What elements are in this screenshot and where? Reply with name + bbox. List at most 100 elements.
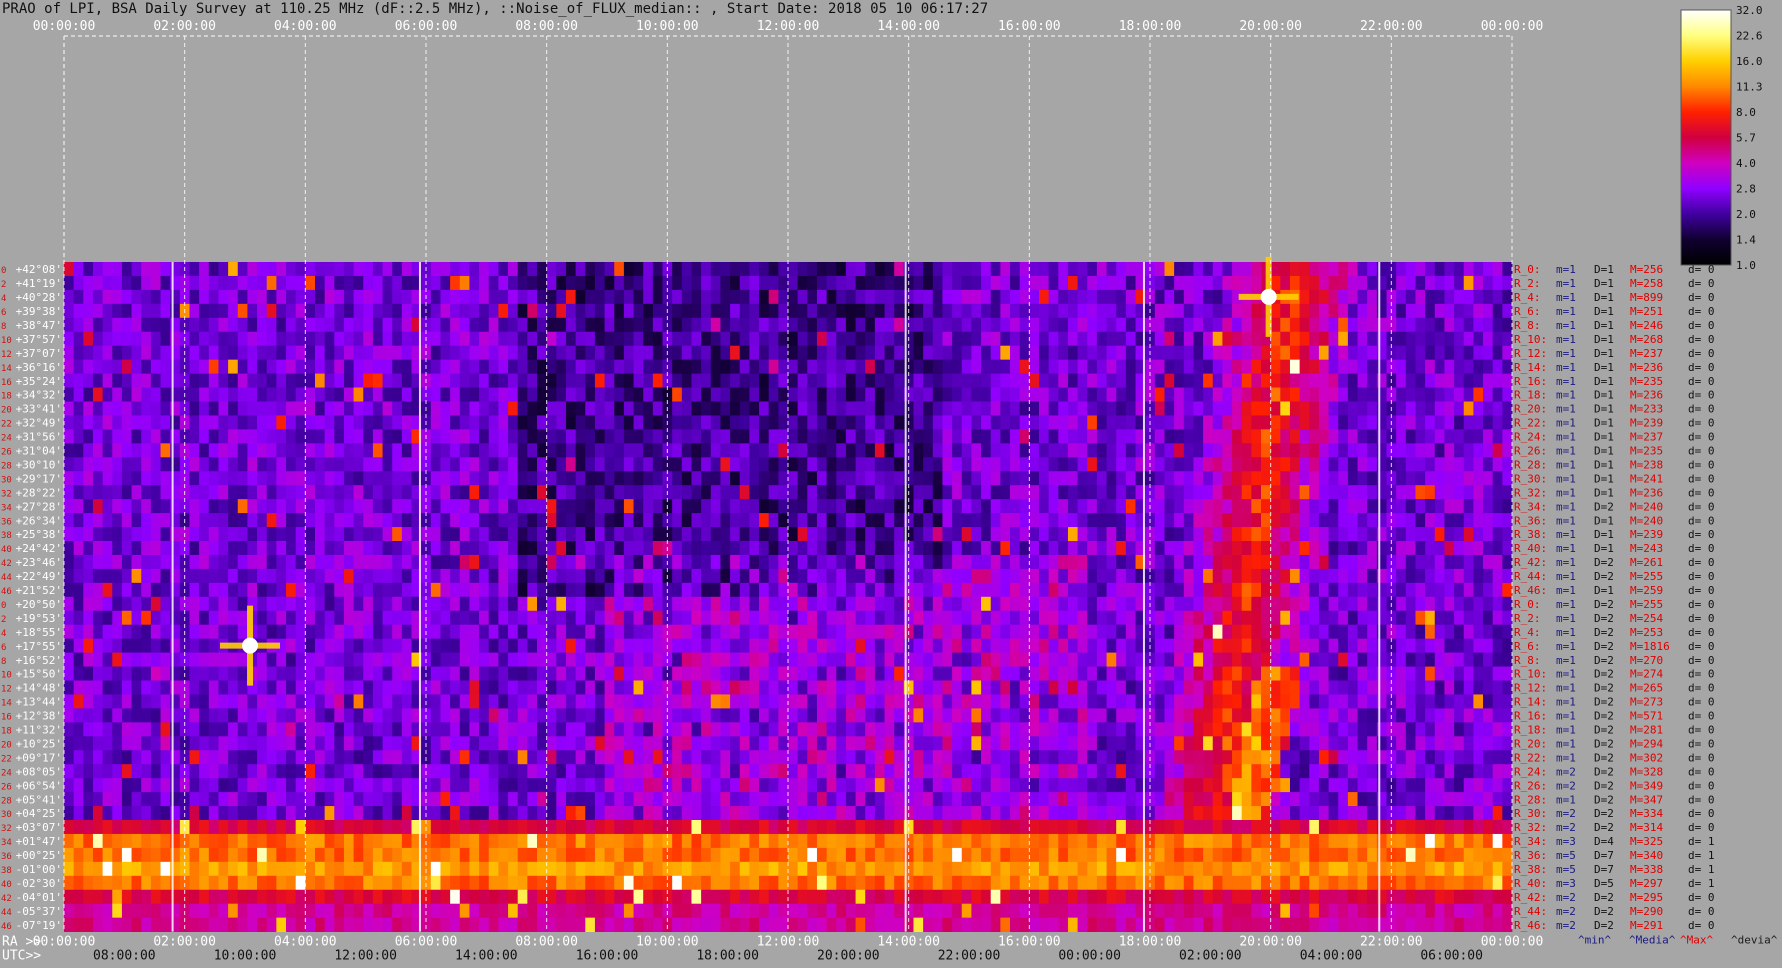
heatmap-cell	[1077, 568, 1088, 584]
heatmap-cell	[1318, 415, 1329, 430]
heatmap-cell	[1058, 596, 1069, 612]
heatmap-cell	[440, 387, 451, 402]
heatmap-cell	[1232, 415, 1243, 430]
heatmap-cell	[623, 554, 634, 570]
heatmap-cell	[1241, 666, 1252, 681]
heatmap-cell	[556, 373, 567, 388]
heatmap-cell	[73, 610, 84, 626]
heatmap-cell	[1347, 568, 1358, 584]
heatmap-cell	[314, 373, 326, 388]
heatmap-cell	[1154, 708, 1165, 723]
heatmap-cell	[353, 666, 364, 681]
heatmap-cell	[1183, 415, 1194, 430]
heatmap-cell	[459, 317, 470, 333]
heatmap-cell	[401, 345, 412, 361]
heatmap-cell	[768, 275, 779, 291]
heatmap-cell	[710, 638, 721, 653]
heatmap-cell	[1203, 401, 1214, 416]
heatmap-cell	[826, 708, 837, 723]
heatmap-cell	[1396, 568, 1407, 584]
heatmap-cell	[1048, 499, 1059, 514]
heatmap-cell	[1232, 638, 1243, 653]
heatmap-cell	[749, 317, 760, 333]
heatmap-cell	[961, 694, 972, 709]
heatmap-cell	[749, 624, 760, 640]
heatmap-cell	[614, 485, 625, 500]
heatmap-cell	[913, 499, 924, 514]
heatmap-cell	[1029, 596, 1040, 612]
heatmap-cell	[1318, 331, 1329, 347]
heatmap-cell	[102, 652, 113, 667]
heatmap-cell	[913, 373, 924, 388]
heatmap-cell	[1241, 638, 1252, 653]
heatmap-cell	[633, 652, 644, 667]
heatmap-cell	[710, 429, 721, 444]
heatmap-cell	[556, 666, 567, 681]
heatmap-cell	[324, 317, 335, 333]
heatmap-cell	[112, 457, 123, 472]
heatmap-cell	[952, 652, 963, 667]
heatmap-cell	[701, 275, 712, 291]
heatmap-cell	[237, 429, 248, 444]
heatmap-cell	[1000, 359, 1011, 374]
heatmap-cell	[768, 401, 779, 416]
heatmap-cell	[1067, 554, 1078, 570]
heatmap-cell	[1077, 554, 1088, 570]
heatmap-cell	[479, 666, 490, 681]
heatmap-cell	[1203, 331, 1214, 347]
heatmap-cell	[1058, 275, 1069, 291]
heatmap-cell	[353, 652, 364, 667]
heatmap-cell	[778, 331, 789, 347]
heatmap-cell	[1077, 680, 1088, 695]
heatmap-cell	[517, 666, 528, 681]
heatmap-cell	[1444, 359, 1455, 374]
heatmap-cell	[450, 429, 461, 444]
heatmap-cell	[1222, 373, 1233, 388]
heatmap-cell	[363, 443, 374, 458]
heatmap-cell	[1154, 499, 1165, 514]
heatmap-cell	[749, 289, 760, 305]
heatmap-cell	[73, 541, 84, 556]
heatmap-cell	[1357, 373, 1368, 388]
heatmap-cell	[768, 638, 779, 653]
heatmap-cell	[1405, 652, 1416, 667]
heatmap-cell	[826, 401, 837, 416]
heatmap-cell	[228, 680, 239, 695]
heatmap-cell	[1454, 680, 1465, 695]
heatmap-cell	[614, 401, 625, 416]
heatmap-cell	[1444, 387, 1455, 402]
heatmap-cell	[228, 610, 239, 626]
heatmap-cell	[1309, 568, 1320, 584]
heatmap-cell	[643, 429, 654, 444]
heatmap-cell	[855, 457, 866, 472]
heatmap-cell	[1174, 345, 1185, 361]
heatmap-cell	[971, 610, 982, 626]
heatmap-cell	[517, 680, 528, 695]
heatmap-cell	[788, 345, 799, 361]
heatmap-cell	[932, 457, 943, 472]
heatmap-cell	[894, 652, 905, 667]
heatmap-cell	[1492, 610, 1503, 626]
heatmap-cell	[1010, 401, 1021, 416]
heatmap-cell	[604, 262, 615, 277]
heatmap-cell	[1270, 638, 1281, 653]
heatmap-cell	[1048, 694, 1059, 709]
heatmap-cell	[1289, 457, 1301, 472]
heatmap-cell	[1251, 443, 1262, 458]
heatmap-cell	[508, 262, 519, 277]
heatmap-cell	[199, 443, 210, 458]
heatmap-cell	[652, 303, 663, 319]
heatmap-cell	[1289, 471, 1301, 486]
heatmap-cell	[141, 373, 152, 388]
heatmap-cell	[1106, 694, 1117, 709]
heatmap-cell	[816, 554, 828, 570]
heatmap-cell	[1116, 666, 1127, 681]
heatmap-cell	[208, 317, 219, 333]
heatmap-cell	[1212, 513, 1223, 528]
heatmap-cell	[730, 387, 741, 402]
heatmap-cell	[643, 708, 654, 723]
heatmap-cell	[450, 345, 461, 361]
heatmap-cell	[730, 415, 741, 430]
heatmap-cell	[1174, 443, 1185, 458]
heatmap-cell	[1396, 471, 1407, 486]
